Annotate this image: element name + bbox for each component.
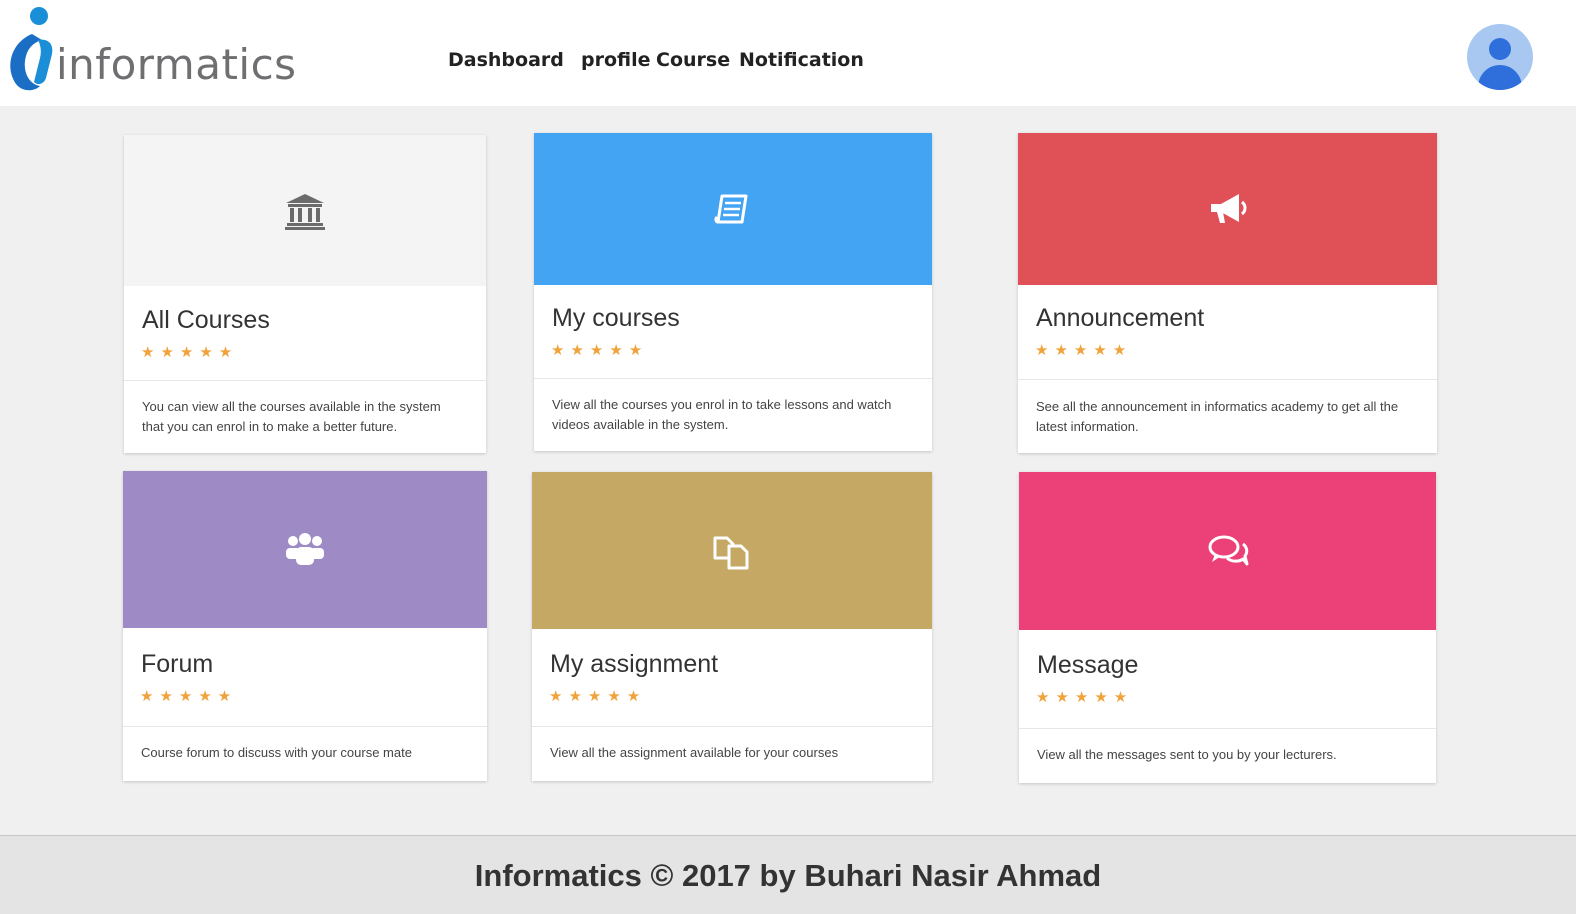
card-my-courses[interactable]: My courses ★★★★★ View all the courses yo… [534, 133, 932, 451]
nav-profile[interactable]: profile [581, 49, 651, 71]
divider [532, 726, 932, 727]
user-icon [1489, 38, 1511, 60]
divider [123, 726, 487, 727]
card-description: View all the courses you enrol in to tak… [552, 397, 892, 432]
header: informatics Dashboard profile Course Not… [0, 0, 1576, 106]
user-avatar[interactable] [1467, 24, 1533, 90]
rating-stars: ★★★★★ [551, 341, 649, 359]
card-my-assignment[interactable]: My assignment ★★★★★ View all the assignm… [532, 472, 932, 781]
card-announcement[interactable]: Announcement ★★★★★ See all the announcem… [1018, 133, 1437, 453]
footer-copyright: Informatics © 2017 by Buhari Nasir Ahmad [474, 858, 1102, 893]
files-icon [713, 536, 749, 569]
rating-stars: ★★★★★ [140, 687, 238, 705]
card-header [124, 135, 486, 286]
logo[interactable]: informatics [4, 4, 324, 96]
users-icon [286, 532, 324, 565]
card-title: Announcement [1036, 304, 1205, 332]
megaphone-icon [1210, 194, 1246, 223]
divider [1019, 728, 1436, 729]
logo-i-icon [10, 7, 53, 91]
card-title: Message [1037, 651, 1139, 679]
card-header [1019, 472, 1436, 630]
divider [124, 380, 486, 381]
nav-dashboard[interactable]: Dashboard [448, 49, 564, 71]
rating-stars: ★★★★★ [549, 687, 647, 705]
card-header [534, 133, 932, 285]
divider [534, 378, 932, 379]
logo-text: informatics [56, 40, 297, 89]
card-title: All Courses [142, 306, 270, 334]
nav-notification[interactable]: Notification [739, 49, 864, 71]
card-description: Course forum to discuss with your course… [141, 745, 412, 760]
nav-course[interactable]: Course [656, 49, 730, 71]
card-forum[interactable]: Forum ★★★★★ Course forum to discuss with… [123, 471, 487, 781]
card-description: View all the messages sent to you by you… [1037, 747, 1337, 762]
divider [1018, 379, 1437, 380]
card-header [532, 472, 932, 629]
card-description: You can view all the courses available i… [142, 399, 441, 434]
footer: Informatics © 2017 by Buhari Nasir Ahmad [0, 835, 1576, 914]
card-header [1018, 133, 1437, 285]
card-description: View all the assignment available for yo… [550, 745, 839, 760]
rating-stars: ★★★★★ [1035, 341, 1133, 359]
card-title: My courses [552, 304, 680, 332]
card-title: My assignment [550, 650, 719, 678]
rating-stars: ★★★★★ [141, 343, 239, 361]
card-title: Forum [141, 650, 214, 678]
bank-icon [285, 193, 325, 230]
card-description: See all the announcement in informatics … [1036, 399, 1399, 434]
card-header [123, 471, 487, 628]
rating-stars: ★★★★★ [1036, 688, 1134, 706]
book-icon [714, 194, 748, 224]
user-icon-body [1478, 65, 1522, 90]
card-message[interactable]: Message ★★★★★ View all the messages sent… [1019, 472, 1436, 783]
comments-icon [1208, 535, 1248, 566]
card-all-courses[interactable]: All Courses ★★★★★ You can view all the c… [124, 135, 486, 453]
